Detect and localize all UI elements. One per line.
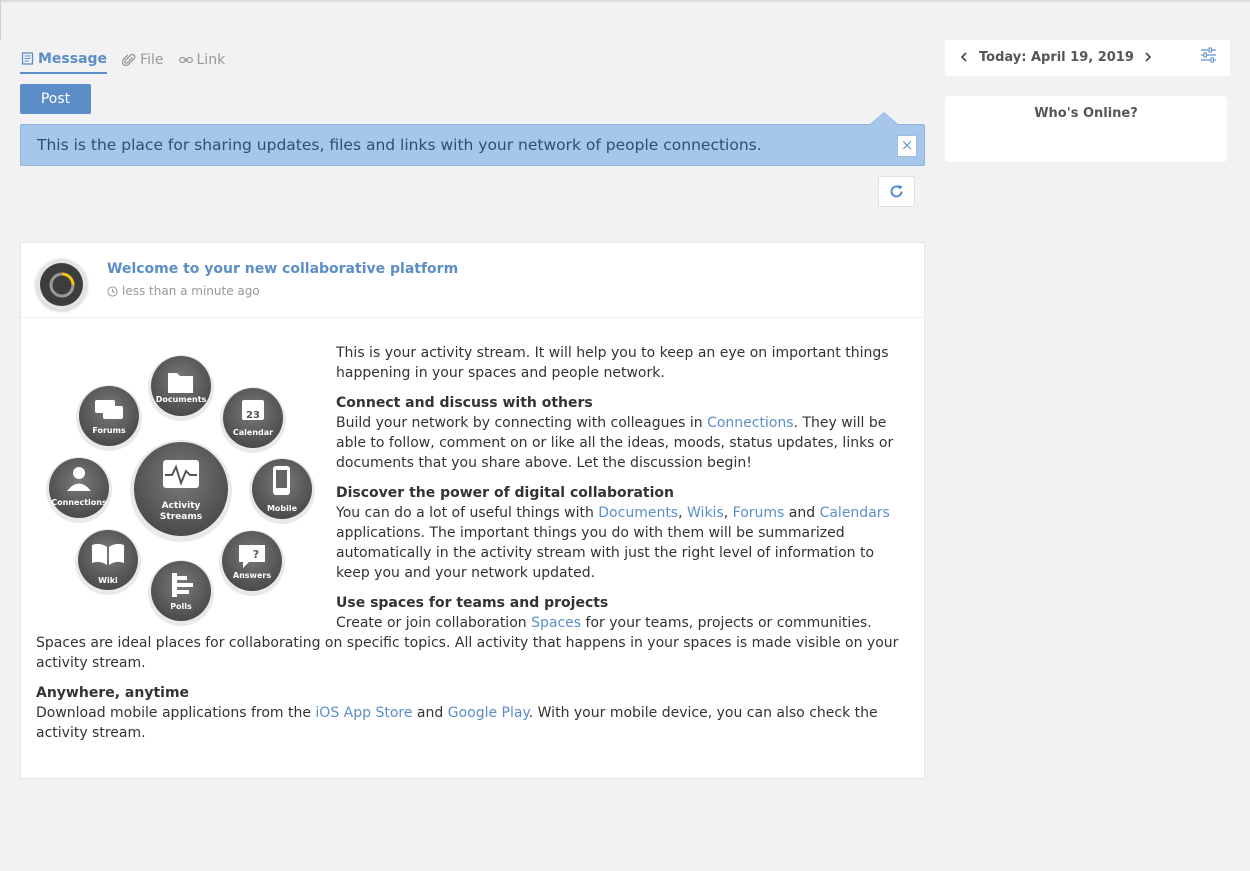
whos-online-title: Who's Online? [1034, 106, 1138, 121]
section-anywhere-heading: Anywhere, anytime [36, 685, 190, 701]
section-discover-pre: You can do a lot of useful things with [336, 505, 599, 521]
feature-wheel-graphic: Documents Forums 23 Calendar Connections [36, 343, 336, 628]
wikis-link[interactable]: Wikis [687, 505, 724, 521]
graphic-calendar-day: 23 [246, 410, 260, 421]
tab-link[interactable]: Link [178, 45, 226, 74]
banner-text: This is the place for sharing updates, f… [37, 136, 762, 154]
graphic-center-line1: Activity [162, 501, 201, 511]
graphic-mobile-label: Mobile [267, 504, 298, 513]
activity-header: Welcome to your new collaborative platfo… [21, 243, 924, 318]
feature-wheel-svg: Documents Forums 23 Calendar Connections [46, 355, 315, 626]
link-icon [178, 53, 193, 67]
documents-link[interactable]: Documents [598, 505, 678, 521]
post-timestamp: less than a minute ago [107, 284, 260, 298]
filter-settings-icon[interactable] [1200, 47, 1217, 67]
post-title[interactable]: Welcome to your new collaborative platfo… [107, 261, 458, 277]
post-time-text: less than a minute ago [122, 284, 260, 298]
ios-app-store-link[interactable]: iOS App Store [315, 705, 412, 721]
refresh-button[interactable] [878, 176, 915, 207]
section-connect-heading: Connect and discuss with others [336, 395, 593, 411]
tab-message-label: Message [38, 50, 108, 67]
section-connect-pre: Build your network by connecting with co… [336, 415, 708, 431]
refresh-icon [889, 184, 904, 199]
graphic-polls-label: Polls [170, 602, 192, 611]
and-2: and [412, 705, 448, 721]
and-1: and [784, 505, 820, 521]
paperclip-icon [122, 53, 136, 67]
section-discover-heading: Discover the power of digital collaborat… [336, 485, 675, 501]
avatar-logo [40, 263, 83, 306]
tab-link-label: Link [196, 51, 226, 68]
clock-icon [107, 285, 118, 297]
intro-text: This is your activity stream. It will he… [336, 345, 889, 381]
graphic-question-mark: ? [253, 548, 259, 561]
google-play-link[interactable]: Google Play [448, 705, 529, 721]
banner-close-button[interactable]: × [897, 135, 917, 157]
banner-pointer [870, 113, 898, 125]
section-anywhere: Anywhere, anytime Download mobile applic… [36, 683, 906, 743]
tab-message[interactable]: Message [20, 45, 108, 74]
current-date: Today: April 19, 2019 [979, 50, 1134, 65]
chevron-right-icon[interactable] [1143, 50, 1153, 68]
sep-2: , [723, 505, 733, 521]
post-body: Documents Forums 23 Calendar Connections [36, 343, 906, 753]
sep-1: , [678, 505, 688, 521]
graphic-calendar-label: Calendar [233, 428, 273, 437]
avatar[interactable] [36, 259, 87, 310]
connections-link[interactable]: Connections [707, 415, 794, 431]
section-spaces-pre: Create or join collaboration [336, 615, 532, 631]
graphic-documents-label: Documents [156, 395, 207, 404]
info-banner: This is the place for sharing updates, f… [20, 112, 925, 166]
section-anywhere-pre: Download mobile applications from the [36, 705, 316, 721]
graphic-connections-label: Connections [51, 498, 107, 507]
whos-online-panel: Who's Online? [945, 96, 1227, 162]
graphic-forums-label: Forums [92, 426, 126, 435]
activity-card: Welcome to your new collaborative platfo… [20, 242, 925, 779]
message-icon [20, 52, 34, 66]
tab-file-label: File [140, 51, 164, 68]
graphic-wiki-label: Wiki [98, 576, 118, 585]
forums-link[interactable]: Forums [733, 505, 785, 521]
spaces-link[interactable]: Spaces [531, 615, 581, 631]
section-spaces-heading: Use spaces for teams and projects [336, 595, 609, 611]
date-navigator: Today: April 19, 2019 [945, 40, 1230, 76]
top-border [0, 0, 1250, 2]
section-discover-post: applications. The important things you d… [336, 525, 875, 581]
post-button[interactable]: Post [20, 84, 91, 114]
left-edge [0, 0, 1, 40]
graphic-center-line2: Streams [160, 512, 202, 522]
composer-tabs: Message File Link [20, 45, 240, 74]
chevron-left-icon[interactable] [959, 50, 969, 68]
graphic-answers-label: Answers [233, 571, 271, 580]
tab-file[interactable]: File [122, 45, 164, 74]
calendars-link[interactable]: Calendars [820, 505, 890, 521]
